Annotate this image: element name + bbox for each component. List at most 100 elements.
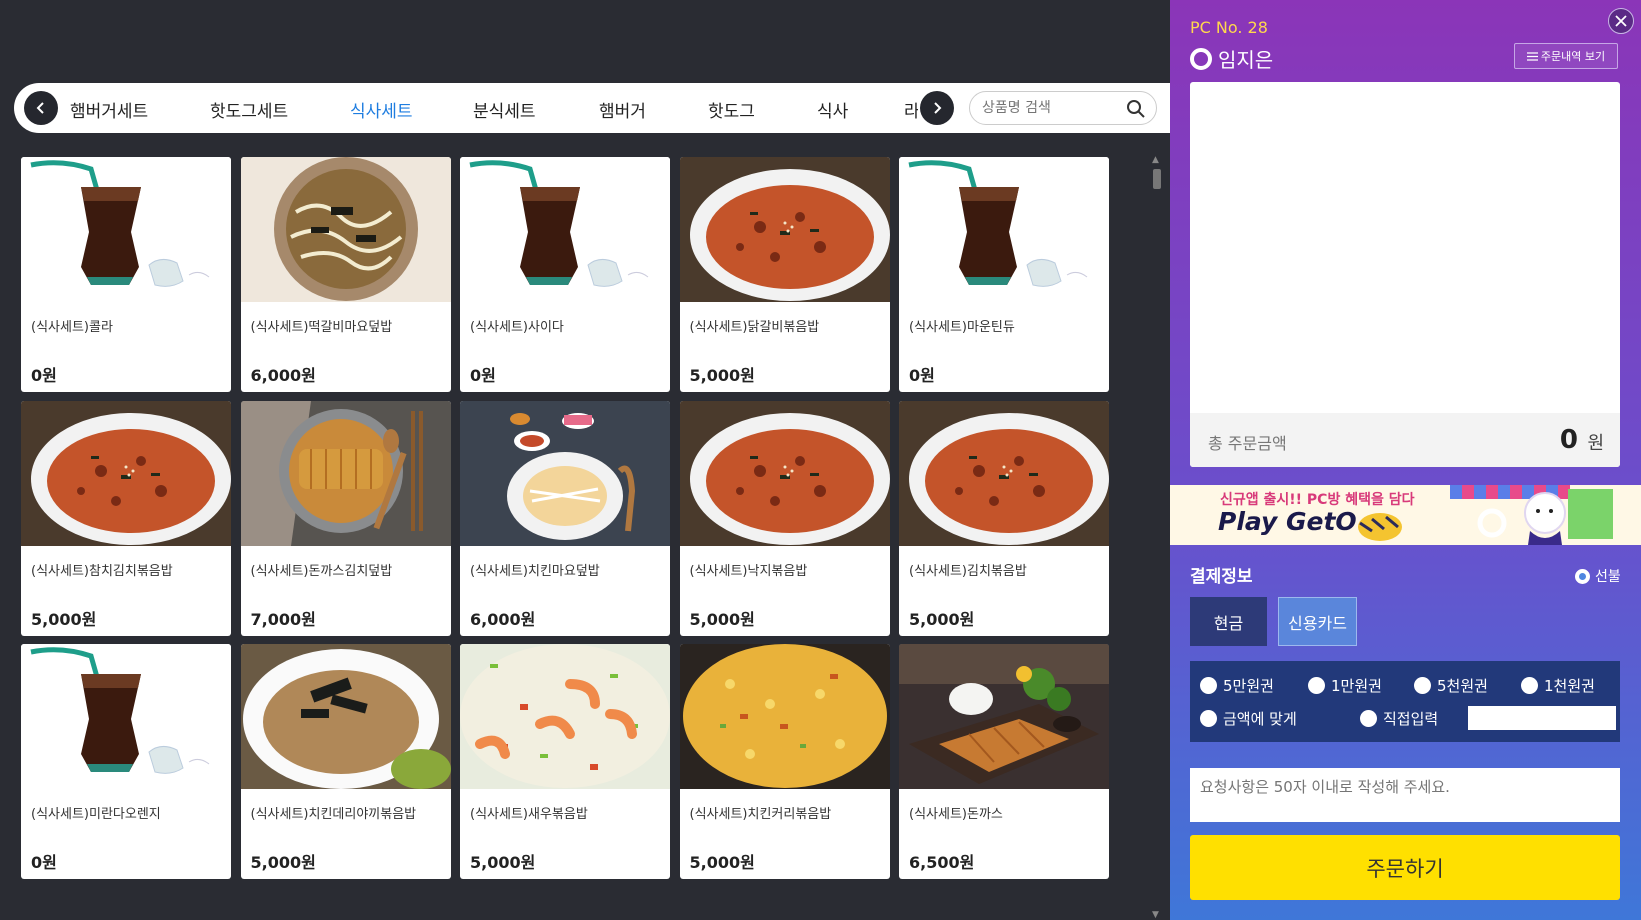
product-image	[240, 644, 451, 789]
product-price: 5,000원	[31, 609, 97, 629]
product-price: 6,000원	[470, 609, 536, 629]
scroll-thumb[interactable]	[1153, 169, 1161, 189]
product-card[interactable]: (식사세트)마운틴듀 0원	[899, 157, 1109, 392]
product-price: 0원	[909, 366, 935, 385]
product-image	[240, 400, 451, 546]
product-price: 5,000원	[250, 853, 316, 872]
category-tab-2[interactable]: 식사세트	[350, 97, 413, 122]
product-name: (식사세트)미란다오렌지	[31, 807, 161, 822]
product-card[interactable]: (식사세트)콜라 0원	[21, 157, 231, 392]
product-card[interactable]: (식사세트)치킨마요덮밥 6,000원	[460, 400, 670, 636]
search-box	[969, 91, 1157, 125]
tab-credit-card[interactable]: 신용카드	[1278, 597, 1357, 646]
menu-icon	[1526, 51, 1538, 61]
category-tab-1[interactable]: 핫도그세트	[210, 97, 288, 122]
menu-area: 햄버거세트 핫도그세트 식사세트 분식세트 햄버거 핫도그 식사 라 (식사세트…	[0, 0, 1172, 920]
product-card[interactable]: (식사세트)돈까스김치덮밥 7,000원	[240, 400, 451, 636]
order-button[interactable]: 주문하기	[1190, 835, 1620, 900]
product-image	[21, 400, 231, 546]
radio-icon	[1308, 677, 1325, 694]
product-image	[460, 157, 670, 302]
chevron-right-icon	[934, 102, 942, 114]
product-image	[240, 157, 451, 302]
product-image	[679, 400, 890, 546]
cash-option-10000[interactable]: 1만원권	[1308, 675, 1382, 696]
prepaid-label: 선불	[1595, 569, 1621, 585]
search-input[interactable]	[982, 98, 1122, 118]
cash-option-direct[interactable]: 직접입력	[1360, 708, 1438, 729]
radio-selected-icon	[1575, 568, 1590, 584]
category-tab-0[interactable]: 햄버거세트	[70, 97, 148, 122]
product-name: (식사세트)치킨데리야끼볶음밥	[250, 807, 417, 822]
product-image	[899, 157, 1109, 302]
product-scrollbar[interactable]: ▲ ▼	[1150, 155, 1164, 920]
product-name: (식사세트)돈까스	[909, 807, 1003, 822]
cash-option-label: 금액에 맞게	[1223, 710, 1297, 728]
product-card[interactable]: (식사세트)치킨데리야끼볶음밥 5,000원	[240, 644, 451, 879]
product-image	[679, 157, 890, 302]
product-card[interactable]: (식사세트)미란다오렌지 0원	[21, 644, 231, 879]
category-tab-5[interactable]: 핫도그	[708, 97, 755, 122]
category-tab-4[interactable]: 햄버거	[599, 97, 646, 122]
category-tab-6[interactable]: 식사	[817, 97, 848, 122]
cash-option-label: 5만원권	[1223, 677, 1274, 695]
product-price: 0원	[470, 366, 496, 385]
product-card[interactable]: (식사세트)사이다 0원	[460, 157, 670, 392]
cash-option-exact[interactable]: 금액에 맞게	[1200, 708, 1297, 729]
total-value: 0	[1559, 425, 1578, 455]
banner-logo-text: Play GetO	[1218, 507, 1357, 536]
product-price: 5,000원	[689, 853, 755, 872]
product-card[interactable]: (식사세트)치킨커리볶음밥 5,000원	[679, 644, 890, 879]
product-image	[679, 644, 890, 789]
radio-icon	[1414, 677, 1431, 694]
product-card[interactable]: (식사세트)새우볶음밥 5,000원	[460, 644, 670, 879]
cash-option-50000[interactable]: 5만원권	[1200, 675, 1274, 696]
product-card[interactable]: (식사세트)닭갈비볶음밥 5,000원	[679, 157, 890, 392]
banner-mascot-icon	[1358, 513, 1402, 541]
banner-store-icon	[1450, 485, 1613, 545]
order-panel: PC No. 28 임지은 주문내역 보기 총 주문금액 0 원 신규앱 출시!…	[1170, 0, 1641, 920]
tab-cash[interactable]: 현금	[1190, 597, 1267, 646]
direct-amount-input[interactable]	[1468, 706, 1616, 730]
product-card[interactable]: (식사세트)김치볶음밥 5,000원	[899, 400, 1109, 636]
product-card[interactable]: (식사세트)낙지볶음밥 5,000원	[679, 400, 890, 636]
order-history-label: 주문내역 보기	[1540, 50, 1606, 63]
order-list: 총 주문금액 0 원	[1190, 82, 1620, 467]
total-unit: 원	[1587, 433, 1604, 454]
cash-options: 5만원권 1만원권 5천원권 1천원권 금액에 맞게 직접입력	[1190, 661, 1620, 742]
product-card[interactable]: (식사세트)떡갈비마요덮밥 6,000원	[240, 157, 451, 392]
chevron-left-icon	[36, 102, 44, 114]
product-card[interactable]: (식사세트)돈까스 6,500원	[899, 644, 1109, 879]
category-prev-button[interactable]	[24, 91, 58, 125]
order-history-button[interactable]: 주문내역 보기	[1514, 43, 1618, 69]
product-price: 0원	[31, 366, 57, 385]
promo-banner[interactable]: 신규앱 출시!! PC방 혜택을 담다 Play GetO	[1170, 485, 1641, 545]
category-tab-clipped[interactable]: 라	[904, 97, 918, 122]
payment-info-title: 결제정보	[1190, 567, 1253, 587]
product-price: 6,500원	[909, 853, 975, 872]
prepaid-radio[interactable]: 선불	[1575, 566, 1621, 586]
product-price: 5,000원	[470, 853, 536, 872]
product-price: 7,000원	[250, 609, 316, 629]
request-input[interactable]	[1190, 768, 1620, 822]
category-tab-3[interactable]: 분식세트	[473, 97, 536, 122]
product-name: (식사세트)사이다	[470, 320, 564, 335]
radio-icon	[1200, 677, 1217, 694]
product-grid: (식사세트)콜라 0원 (식사세트)떡갈비마요덮밥 6,000원 (식사세트)사이다 0원…	[21, 157, 1151, 917]
scroll-down-icon[interactable]: ▼	[1152, 910, 1159, 920]
product-card[interactable]: (식사세트)참치김치볶음밥 5,000원	[21, 400, 231, 636]
product-price: 5,000원	[909, 609, 975, 629]
product-image	[899, 644, 1109, 789]
product-image	[460, 400, 670, 546]
close-icon	[1615, 15, 1627, 27]
product-name: (식사세트)마운틴듀	[909, 320, 1015, 335]
search-icon[interactable]	[1126, 99, 1146, 119]
close-button[interactable]	[1608, 8, 1634, 34]
category-next-button[interactable]	[920, 91, 954, 125]
cash-option-5000[interactable]: 5천원권	[1414, 675, 1488, 696]
product-price: 0원	[31, 853, 57, 872]
user-name: 임지은	[1218, 48, 1274, 72]
cash-option-1000[interactable]: 1천원권	[1521, 675, 1595, 696]
pc-number: PC No. 28	[1190, 18, 1268, 37]
scroll-up-icon[interactable]: ▲	[1152, 155, 1159, 165]
